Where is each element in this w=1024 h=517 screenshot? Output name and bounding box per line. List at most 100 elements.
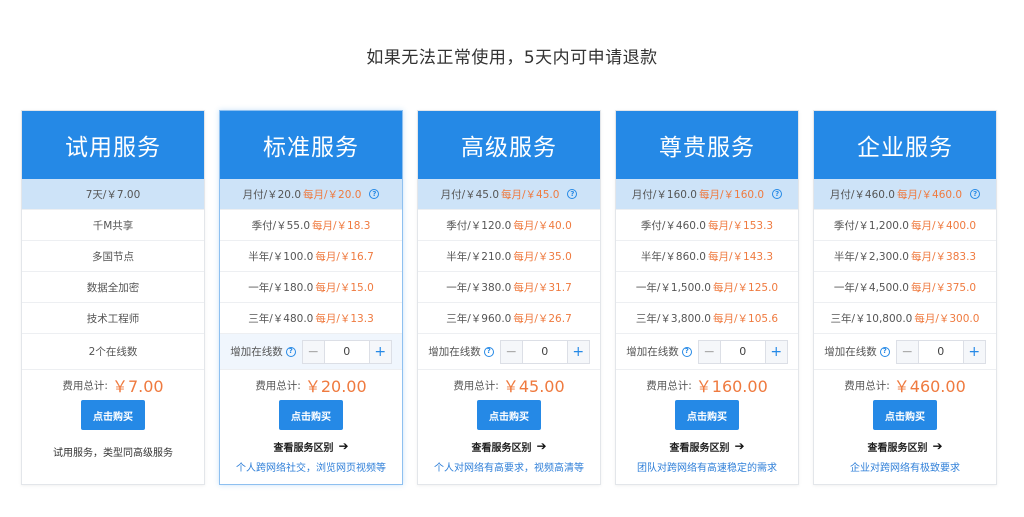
price-option-threeyear[interactable]: 三年/￥480.0 每月/￥13.3	[220, 303, 402, 334]
question-circle-icon[interactable]: ?	[285, 346, 296, 357]
price-option-label: 半年/￥210.0	[446, 250, 512, 263]
total-label: 费用总计:	[453, 379, 499, 392]
online-count-input[interactable]	[324, 340, 369, 363]
question-circle-icon[interactable]: ?	[772, 189, 783, 199]
price-per-month: 每月/￥300.0	[914, 312, 980, 325]
price-option-quarterly[interactable]: 季付/￥1,200.0 每月/￥400.0	[814, 210, 996, 241]
price-option-yearly[interactable]: 一年/￥1,500.0 每月/￥125.0	[616, 272, 798, 303]
price-option-quarterly[interactable]: 季付/￥120.0 每月/￥40.0	[418, 210, 600, 241]
plan-card-premium[interactable]: 尊贵服务 月付/￥160.0 每月/￥160.0 ? 季付/￥460.0 每月/￥1…	[615, 110, 799, 485]
price-option-quarterly[interactable]: 季付/￥55.0 每月/￥18.3	[220, 210, 402, 241]
online-count-row: 增加在线数 ? − +	[418, 334, 600, 370]
price-per-month: 每月/￥45.0	[501, 188, 560, 201]
plus-icon[interactable]: +	[764, 340, 787, 363]
minus-icon[interactable]: −	[698, 340, 721, 363]
compare-services-link[interactable]: 查看服务区别 ➔	[616, 433, 798, 459]
plus-icon[interactable]: +	[962, 340, 985, 363]
price-option-label: 一年/￥180.0	[248, 281, 314, 294]
plan-card-enterprise[interactable]: 企业服务 月付/￥460.0 每月/￥460.0 ? 季付/￥1,200.0 每月/…	[813, 110, 997, 485]
plan-price-row: 7天/￥7.00	[22, 179, 204, 210]
plus-icon[interactable]: +	[368, 340, 391, 363]
question-circle-icon[interactable]: ?	[567, 189, 578, 199]
price-option-halfyear[interactable]: 半年/￥860.0 每月/￥143.3	[616, 241, 798, 272]
price-option-quarterly[interactable]: 季付/￥460.0 每月/￥153.3	[616, 210, 798, 241]
buy-button-advanced[interactable]: 点击购买	[477, 400, 541, 430]
plan-card-standard[interactable]: 标准服务 月付/￥20.0 每月/￥20.0 ? 季付/￥55.0 每月/￥18.3…	[219, 110, 403, 485]
question-circle-icon[interactable]: ?	[483, 346, 494, 357]
price-per-month: 每月/￥31.7	[513, 281, 572, 294]
price-per-month: 每月/￥160.0	[699, 188, 765, 201]
price-per-month: 每月/￥15.0	[315, 281, 374, 294]
price-per-month: 每月/￥105.6	[713, 312, 779, 325]
price-option-threeyear[interactable]: 三年/￥960.0 每月/￥26.7	[418, 303, 600, 334]
price-option-label: 半年/￥860.0	[640, 250, 706, 263]
price-per-month: 每月/￥13.3	[315, 312, 374, 325]
price-option-label: 一年/￥4,500.0	[833, 281, 909, 294]
price-per-month: 每月/￥16.7	[315, 250, 374, 263]
online-count-stepper: − +	[895, 339, 986, 364]
total-label: 费用总计:	[646, 379, 692, 392]
total-label: 费用总计:	[844, 379, 890, 392]
online-count-row: 增加在线数 ? − +	[220, 334, 402, 370]
compare-label: 查看服务区别	[471, 442, 532, 454]
total-label: 费用总计:	[255, 379, 301, 392]
compare-services-link[interactable]: 查看服务区别 ➔	[220, 433, 402, 459]
question-circle-icon[interactable]: ?	[970, 189, 981, 199]
total-label: 费用总计:	[62, 379, 108, 392]
compare-services-link[interactable]: 查看服务区别 ➔	[418, 433, 600, 459]
price-option-label: 季付/￥460.0	[640, 219, 706, 232]
question-circle-icon[interactable]: ?	[369, 189, 380, 199]
minus-icon[interactable]: −	[302, 340, 325, 363]
price-option-label: 三年/￥960.0	[446, 312, 512, 325]
feature-label: 2个在线数	[88, 346, 138, 358]
price-option-label: 季付/￥120.0	[446, 219, 512, 232]
price-per-month: 每月/￥383.3	[911, 250, 977, 263]
price-option-halfyear[interactable]: 半年/￥2,300.0 每月/￥383.3	[814, 241, 996, 272]
buy-button-standard[interactable]: 点击购买	[279, 400, 343, 430]
minus-icon[interactable]: −	[500, 340, 523, 363]
price-option-halfyear[interactable]: 半年/￥100.0 每月/￥16.7	[220, 241, 402, 272]
online-count-input[interactable]	[720, 340, 765, 363]
plan-card-trial: 试用服务 7天/￥7.00 千M共享 多国节点 数据全加密 技术工程师 2个在线…	[21, 110, 205, 485]
buy-button-trial[interactable]: 点击购买	[81, 400, 145, 430]
plan-card-advanced[interactable]: 高级服务 月付/￥45.0 每月/￥45.0 ? 季付/￥120.0 每月/￥40.…	[417, 110, 601, 485]
total-amount: ￥20.00	[304, 377, 367, 396]
price-option-yearly[interactable]: 一年/￥4,500.0 每月/￥375.0	[814, 272, 996, 303]
compare-services-link[interactable]: 查看服务区别 ➔	[814, 433, 996, 459]
price-per-month: 每月/￥375.0	[911, 281, 977, 294]
plan-description: 试用服务，类型同高级服务	[53, 448, 173, 459]
compare-label: 查看服务区别	[867, 442, 928, 454]
online-count-stepper: − +	[697, 339, 788, 364]
plus-icon[interactable]: +	[566, 340, 589, 363]
online-count-input[interactable]	[918, 340, 963, 363]
price-option-label: 半年/￥2,300.0	[833, 250, 909, 263]
price-option-monthly[interactable]: 月付/￥160.0 每月/￥160.0 ?	[616, 179, 798, 210]
price-option-label: 三年/￥480.0	[248, 312, 314, 325]
price-option-yearly[interactable]: 一年/￥380.0 每月/￥31.7	[418, 272, 600, 303]
online-count-input[interactable]	[522, 340, 567, 363]
online-count-label: 增加在线数	[428, 346, 481, 358]
minus-icon[interactable]: −	[896, 340, 919, 363]
price-option-monthly[interactable]: 月付/￥20.0 每月/￥20.0 ?	[220, 179, 402, 210]
total-amount: ￥460.00	[893, 377, 966, 396]
question-circle-icon[interactable]: ?	[879, 346, 890, 357]
online-count-label: 增加在线数	[824, 346, 877, 358]
plan-description: 企业对跨网络有极致要求	[850, 463, 960, 474]
question-circle-icon[interactable]: ?	[681, 346, 692, 357]
price-per-month: 每月/￥35.0	[513, 250, 572, 263]
feature-row: 2个在线数	[22, 334, 204, 370]
price-option-monthly[interactable]: 月付/￥460.0 每月/￥460.0 ?	[814, 179, 996, 210]
price-option-monthly[interactable]: 月付/￥45.0 每月/￥45.0 ?	[418, 179, 600, 210]
price-option-halfyear[interactable]: 半年/￥210.0 每月/￥35.0	[418, 241, 600, 272]
price-option-threeyear[interactable]: 三年/￥3,800.0 每月/￥105.6	[616, 303, 798, 334]
total-amount: ￥7.00	[111, 377, 164, 396]
price-per-month: 每月/￥143.3	[708, 250, 774, 263]
price-option-yearly[interactable]: 一年/￥180.0 每月/￥15.0	[220, 272, 402, 303]
feature-label: 技术工程师	[86, 312, 140, 325]
price-option-label: 月付/￥160.0	[631, 188, 697, 201]
buy-button-enterprise[interactable]: 点击购买	[873, 400, 937, 430]
buy-button-premium[interactable]: 点击购买	[675, 400, 739, 430]
price-option-label: 一年/￥380.0	[446, 281, 512, 294]
price-option-threeyear[interactable]: 三年/￥10,800.0 每月/￥300.0	[814, 303, 996, 334]
feature-row: 千M共享	[22, 210, 204, 241]
